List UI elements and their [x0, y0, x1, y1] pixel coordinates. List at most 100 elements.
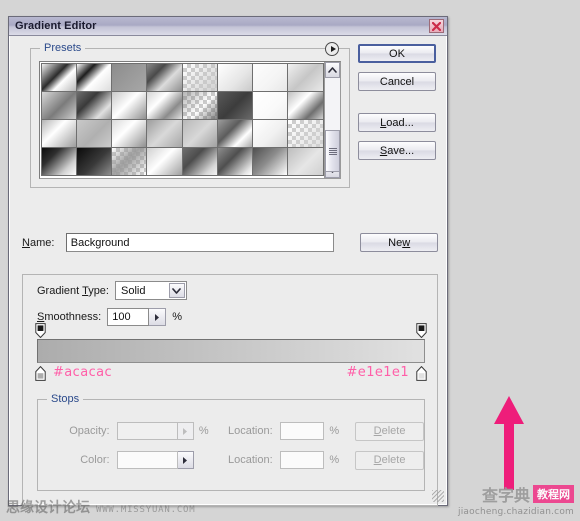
- preset-swatch[interactable]: [75, 146, 112, 176]
- preset-swatch[interactable]: [111, 62, 148, 92]
- presets-scrollbar[interactable]: [324, 62, 340, 178]
- gradient-name-input[interactable]: [65, 233, 335, 252]
- smoothness-input[interactable]: [107, 308, 150, 326]
- resize-grip-icon[interactable]: [432, 490, 444, 502]
- preset-swatch-fill: [147, 119, 182, 147]
- preset-swatch-fill: [217, 119, 252, 147]
- preset-swatch[interactable]: [40, 62, 77, 92]
- preset-swatch[interactable]: [181, 146, 218, 176]
- opacity-stop-right[interactable]: [416, 323, 427, 339]
- preset-swatch[interactable]: [146, 146, 183, 176]
- preset-swatch[interactable]: [216, 90, 253, 120]
- preset-swatch[interactable]: [216, 118, 253, 148]
- preset-swatch-fill: [147, 63, 182, 91]
- color-stop-right[interactable]: [416, 365, 427, 381]
- watermark-left: 思缘设计论坛 WWW.MISSYUAN.COM: [6, 497, 196, 517]
- watermark-right-url: jiaocheng.chazidian.com: [458, 507, 574, 517]
- title-bar[interactable]: Gradient Editor: [9, 17, 447, 36]
- preset-swatch-fill: [288, 63, 323, 91]
- opacity-stop-left[interactable]: [35, 323, 46, 339]
- dropdown-arrow-button[interactable]: [168, 283, 185, 298]
- color-stop-row: Color: % Location: % Delete: [52, 450, 425, 470]
- preset-swatch[interactable]: [287, 62, 324, 92]
- color-swatch-input: [116, 451, 179, 469]
- gradient-strip[interactable]: [37, 339, 425, 363]
- preset-swatch[interactable]: [40, 146, 77, 176]
- preset-swatch[interactable]: [252, 62, 289, 92]
- preset-swatch[interactable]: [75, 90, 112, 120]
- preset-swatch-fill: [253, 119, 288, 147]
- preset-swatch-fill: [41, 147, 76, 175]
- preset-swatch[interactable]: [181, 62, 218, 92]
- preset-swatch-fill: [217, 91, 252, 119]
- flyout-arrow-icon: [330, 46, 336, 52]
- preset-swatch[interactable]: [40, 118, 77, 148]
- save-button[interactable]: Save...: [358, 141, 436, 160]
- preset-swatch-fill: [76, 147, 111, 175]
- preset-swatch-fill: [288, 119, 323, 147]
- preset-swatch[interactable]: [111, 146, 148, 176]
- preset-swatch[interactable]: [146, 118, 183, 148]
- preset-swatch[interactable]: [146, 62, 183, 92]
- preset-swatch[interactable]: [287, 90, 324, 120]
- gradient-settings-group: Gradient Type: Solid Smoothness: 100 % #…: [22, 274, 438, 506]
- load-button[interactable]: Load...: [358, 113, 436, 132]
- preset-swatch[interactable]: [181, 118, 218, 148]
- preset-swatch-fill: [41, 91, 76, 119]
- preset-swatch-fill: [182, 63, 217, 91]
- preset-swatch-grid[interactable]: [40, 62, 324, 178]
- gradient-editor-dialog: Gradient Editor Presets OK Cancel Load..…: [8, 16, 448, 506]
- preset-swatch-fill: [217, 147, 252, 175]
- preset-swatch-fill: [182, 119, 217, 147]
- color-stop-icon: [416, 365, 427, 381]
- opacity-location-unit: %: [329, 425, 340, 437]
- color-stop-left[interactable]: [35, 365, 46, 381]
- preset-swatch-fill: [182, 91, 217, 119]
- preset-swatch[interactable]: [111, 118, 148, 148]
- smoothness-spinner-button[interactable]: [149, 308, 167, 326]
- preset-swatch[interactable]: [287, 146, 324, 176]
- cancel-button[interactable]: Cancel: [358, 72, 436, 91]
- preset-swatch[interactable]: [75, 62, 112, 92]
- preset-swatch[interactable]: [252, 90, 289, 120]
- load-button-rest: oad...: [386, 116, 414, 129]
- preset-swatch-fill: [41, 119, 76, 147]
- preset-swatch-fill: [76, 119, 111, 147]
- presets-panel: [39, 61, 341, 179]
- preset-swatch[interactable]: [216, 146, 253, 176]
- color-delete-button: Delete: [355, 450, 425, 470]
- watermark-right-badge: 教程网: [533, 485, 574, 503]
- opacity-label: Opacity:: [69, 425, 110, 437]
- play-arrow-icon: [155, 313, 160, 321]
- close-button[interactable]: [429, 19, 444, 33]
- scrollbar-track[interactable]: [325, 78, 340, 172]
- ok-button[interactable]: OK: [358, 44, 436, 63]
- preset-swatch[interactable]: [146, 90, 183, 120]
- preset-swatch-fill: [147, 147, 182, 175]
- preset-swatch-fill: [76, 63, 111, 91]
- gradient-type-row: Gradient Type: Solid: [37, 281, 187, 300]
- start-color-annotation: #acacac: [53, 365, 113, 380]
- smoothness-row: Smoothness: %: [37, 308, 182, 326]
- preset-swatch-fill: [217, 63, 252, 91]
- preset-swatch[interactable]: [181, 90, 218, 120]
- color-location-input: [279, 451, 325, 469]
- preset-swatch-fill: [288, 91, 323, 119]
- gradient-type-select[interactable]: Solid: [114, 281, 187, 300]
- preset-swatch[interactable]: [40, 90, 77, 120]
- preset-swatch[interactable]: [287, 118, 324, 148]
- gradient-preview-area: #acacac #e1e1e1: [35, 323, 427, 381]
- new-button[interactable]: New: [360, 233, 438, 252]
- scroll-up-button[interactable]: [325, 62, 340, 78]
- preset-swatch[interactable]: [252, 118, 289, 148]
- color-picker-button[interactable]: [178, 451, 194, 469]
- presets-flyout-button[interactable]: [325, 42, 339, 56]
- gradient-type-label: Gradient Type:: [37, 284, 109, 297]
- presets-group: Presets: [30, 42, 350, 188]
- preset-swatch[interactable]: [216, 62, 253, 92]
- color-stop-icon: [35, 365, 46, 381]
- scrollbar-thumb[interactable]: [325, 130, 340, 172]
- preset-swatch[interactable]: [75, 118, 112, 148]
- preset-swatch[interactable]: [252, 146, 289, 176]
- preset-swatch[interactable]: [111, 90, 148, 120]
